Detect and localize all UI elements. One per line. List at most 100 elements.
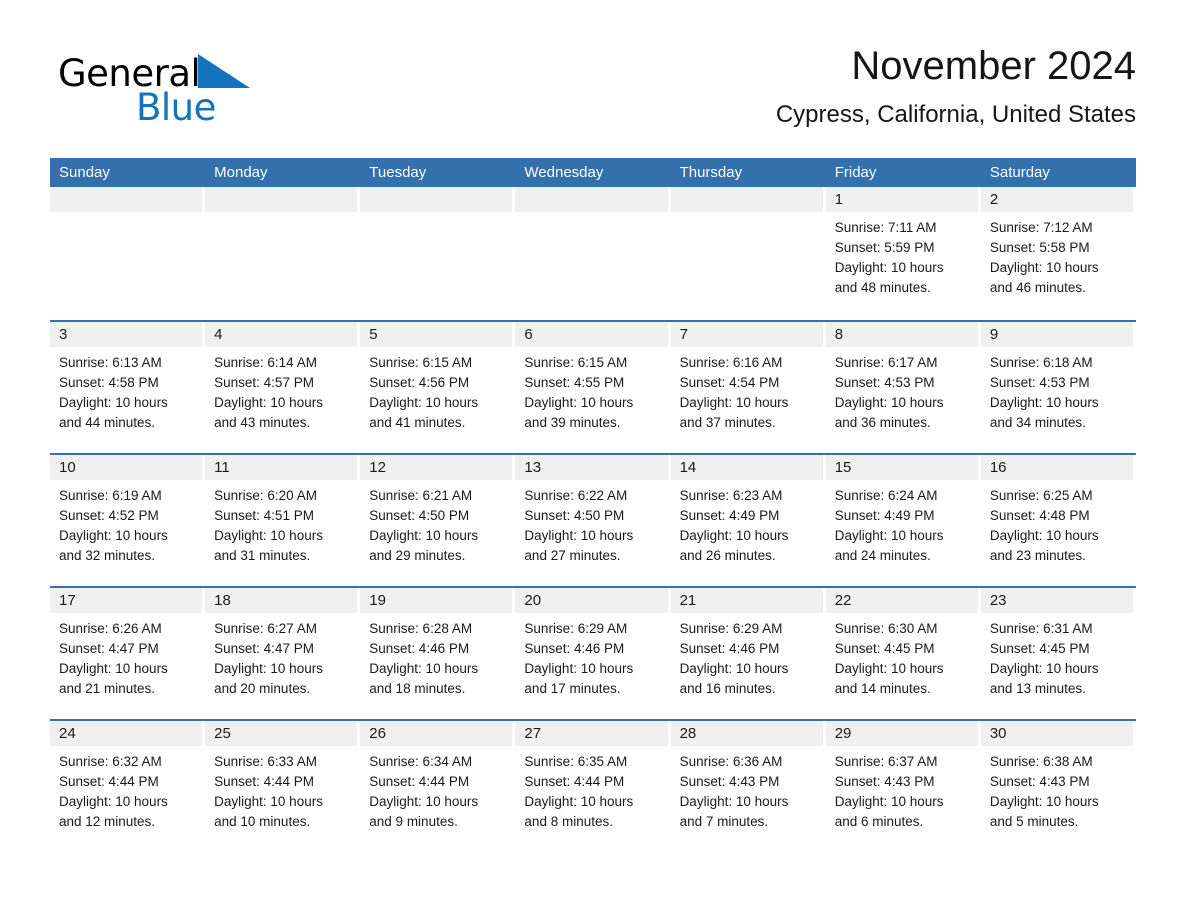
day-detail-line: Daylight: 10 hours (524, 395, 634, 410)
calendar-day-cell[interactable]: 7 Sunrise: 6:16 AM Sunset: 4:54 PM Daylight… (670, 322, 826, 453)
day-detail-line: and 36 minutes. (834, 415, 931, 430)
day-detail-line: Sunrise: 6:32 AM (59, 754, 162, 769)
day-number: 25 (214, 725, 231, 742)
calendar-day-cell[interactable]: 12 Sunrise: 6:21 AM Sunset: 4:50 PM Dayligh… (360, 455, 515, 586)
day-detail-line: Sunset: 4:46 PM (369, 641, 470, 656)
calendar-day-cell[interactable]: 24 Sunrise: 6:32 AM Sunset: 4:44 PM Dayligh… (50, 721, 205, 852)
calendar-day-cell[interactable]: 19 Sunrise: 6:28 AM Sunset: 4:46 PM Dayligh… (360, 588, 515, 719)
day-detail-line: Sunset: 4:54 PM (679, 375, 780, 390)
calendar-day-cell[interactable]: 28 Sunrise: 6:36 AM Sunset: 4:43 PM Dayligh… (670, 721, 826, 852)
day-details: Sunrise: 6:20 AM Sunset: 4:51 PM Daylight:… (205, 480, 357, 566)
calendar-day-cell[interactable]: 4 Sunrise: 6:14 AM Sunset: 4:57 PM Daylight… (205, 322, 360, 453)
day-details: Sunrise: 6:17 AM Sunset: 4:53 PM Daylight:… (826, 347, 978, 433)
weekday-header-monday: Monday (214, 164, 268, 181)
day-number-band: 9 (980, 322, 1133, 347)
day-detail-line: Sunset: 4:46 PM (679, 641, 780, 656)
calendar-day-cell[interactable]: 8 Sunrise: 6:17 AM Sunset: 4:53 PM Daylight… (825, 322, 981, 453)
calendar-day-cell[interactable]: 30 Sunrise: 6:38 AM Sunset: 4:43 PM Dayligh… (980, 721, 1136, 852)
day-detail-line: and 6 minutes. (834, 814, 924, 829)
calendar-day-cell[interactable]: 10 Sunrise: 6:19 AM Sunset: 4:52 PM Dayligh… (50, 455, 205, 586)
calendar-day-cell[interactable]: 9 Sunrise: 6:18 AM Sunset: 4:53 PM Daylight… (980, 322, 1136, 453)
brand-logo[interactable]: General Blue (58, 52, 318, 138)
day-number-band: 24 (50, 721, 203, 746)
day-number: 5 (369, 326, 378, 343)
calendar-day-cell[interactable]: 23 Sunrise: 6:31 AM Sunset: 4:45 PM Dayligh… (980, 588, 1136, 719)
day-detail-line: Sunrise: 6:21 AM (369, 488, 473, 503)
day-detail-line: Sunrise: 6:20 AM (214, 488, 317, 503)
calendar-day-cell[interactable]: 1 Sunrise: 7:11 AM Sunset: 5:59 PM Daylight… (825, 187, 981, 320)
calendar-day-cell[interactable]: 25 Sunrise: 6:33 AM Sunset: 4:44 PM Dayligh… (205, 721, 360, 852)
day-detail-line: Sunrise: 6:27 AM (214, 621, 317, 636)
calendar-day-cell[interactable]: 16 Sunrise: 6:25 AM Sunset: 4:48 PM Dayligh… (980, 455, 1136, 586)
day-number-band: 16 (980, 455, 1133, 480)
day-number-band (50, 187, 203, 212)
calendar-day-cell[interactable]: 17 Sunrise: 6:26 AM Sunset: 4:47 PM Dayligh… (50, 588, 205, 719)
day-number-band: 5 (360, 322, 513, 347)
calendar-day-cell[interactable]: 20 Sunrise: 6:29 AM Sunset: 4:46 PM Dayligh… (515, 588, 670, 719)
calendar-day-cell-empty (515, 187, 670, 320)
day-details: Sunrise: 6:15 AM Sunset: 4:55 PM Daylight:… (515, 347, 667, 433)
weekday-header-saturday: Saturday (989, 164, 1050, 181)
calendar-day-cell[interactable]: 3 Sunrise: 6:13 AM Sunset: 4:58 PM Daylight… (50, 322, 205, 453)
day-number-band (670, 187, 823, 212)
day-detail-line: Sunrise: 6:22 AM (524, 488, 628, 503)
day-detail-line: Daylight: 10 hours (214, 661, 323, 676)
calendar-day-cell[interactable]: 27 Sunrise: 6:35 AM Sunset: 4:44 PM Dayligh… (515, 721, 670, 852)
calendar-day-cell[interactable]: 11 Sunrise: 6:20 AM Sunset: 4:51 PM Dayligh… (205, 455, 360, 586)
day-detail-line: Sunrise: 6:38 AM (989, 754, 1093, 769)
day-detail-line: Sunset: 4:49 PM (679, 508, 780, 523)
day-detail-line: Sunset: 4:57 PM (214, 375, 314, 390)
day-number-band: 25 (205, 721, 358, 746)
day-detail-line: Sunset: 4:55 PM (524, 375, 625, 390)
calendar-day-cell-empty (50, 187, 205, 320)
day-detail-line: Daylight: 10 hours (679, 528, 789, 543)
weekday-header-tuesday: Tuesday (369, 164, 427, 181)
calendar-day-cell[interactable]: 29 Sunrise: 6:37 AM Sunset: 4:43 PM Dayligh… (825, 721, 981, 852)
calendar-day-cell[interactable]: 18 Sunrise: 6:27 AM Sunset: 4:47 PM Dayligh… (205, 588, 360, 719)
day-details: Sunrise: 6:21 AM Sunset: 4:50 PM Daylight:… (360, 480, 512, 566)
calendar-week-row: 17 Sunrise: 6:26 AM Sunset: 4:47 PM Dayligh… (50, 586, 1136, 719)
day-details: Sunrise: 6:30 AM Sunset: 4:45 PM Daylight:… (826, 613, 978, 699)
day-detail-line: Sunset: 4:44 PM (214, 774, 314, 789)
calendar-week-row: 3 Sunrise: 6:13 AM Sunset: 4:58 PM Daylight… (50, 320, 1136, 453)
day-detail-line: and 21 minutes. (59, 681, 156, 696)
day-detail-line: Sunset: 4:43 PM (679, 774, 780, 789)
calendar-week-row: 1 Sunrise: 7:11 AM Sunset: 5:59 PM Daylight… (50, 187, 1136, 320)
day-number-band: 2 (980, 187, 1133, 212)
day-number-band: 10 (50, 455, 203, 480)
day-details: Sunrise: 6:29 AM Sunset: 4:46 PM Daylight:… (515, 613, 667, 699)
calendar-day-cell[interactable]: 22 Sunrise: 6:30 AM Sunset: 4:45 PM Dayligh… (825, 588, 981, 719)
weekday-header-sunday: Sunday (59, 164, 110, 181)
day-detail-line: Sunset: 5:58 PM (989, 240, 1090, 255)
day-details: Sunrise: 6:35 AM Sunset: 4:44 PM Daylight:… (515, 746, 667, 832)
day-detail-line: Daylight: 10 hours (834, 260, 944, 275)
day-details: Sunrise: 6:37 AM Sunset: 4:43 PM Daylight:… (826, 746, 978, 832)
day-detail-line: Daylight: 10 hours (524, 661, 634, 676)
day-number: 28 (679, 725, 697, 742)
day-detail-line: Sunset: 4:58 PM (59, 375, 159, 390)
day-detail-line: Daylight: 10 hours (679, 661, 789, 676)
day-number: 10 (59, 459, 76, 476)
day-detail-line: Sunset: 4:44 PM (369, 774, 470, 789)
day-detail-line: and 48 minutes. (834, 280, 931, 295)
day-detail-line: Sunset: 4:52 PM (59, 508, 159, 523)
day-details: Sunrise: 7:12 AM Sunset: 5:58 PM Daylight:… (981, 212, 1133, 298)
calendar-day-cell[interactable]: 26 Sunrise: 6:34 AM Sunset: 4:44 PM Dayligh… (360, 721, 515, 852)
day-number: 27 (524, 725, 542, 742)
calendar-day-cell-empty (670, 187, 826, 320)
calendar-day-cell[interactable]: 15 Sunrise: 6:24 AM Sunset: 4:49 PM Dayligh… (825, 455, 981, 586)
calendar-day-cell[interactable]: 21 Sunrise: 6:29 AM Sunset: 4:46 PM Dayligh… (670, 588, 826, 719)
day-details: Sunrise: 6:14 AM Sunset: 4:57 PM Daylight:… (205, 347, 357, 433)
calendar-day-cell[interactable]: 2 Sunrise: 7:12 AM Sunset: 5:58 PM Daylight… (980, 187, 1136, 320)
day-detail-line: and 43 minutes. (214, 415, 311, 430)
calendar-day-cell[interactable]: 13 Sunrise: 6:22 AM Sunset: 4:50 PM Dayligh… (515, 455, 670, 586)
day-detail-line: Daylight: 10 hours (59, 528, 168, 543)
day-detail-line: Sunrise: 6:24 AM (834, 488, 938, 503)
calendar-day-cell[interactable]: 6 Sunrise: 6:15 AM Sunset: 4:55 PM Daylight… (515, 322, 670, 453)
day-details: Sunrise: 6:27 AM Sunset: 4:47 PM Daylight:… (205, 613, 357, 699)
day-detail-line: Sunrise: 6:15 AM (524, 355, 628, 370)
calendar-day-cell[interactable]: 5 Sunrise: 6:15 AM Sunset: 4:56 PM Daylight… (360, 322, 515, 453)
calendar-day-cell[interactable]: 14 Sunrise: 6:23 AM Sunset: 4:49 PM Dayligh… (670, 455, 826, 586)
day-detail-line: Sunset: 4:49 PM (834, 508, 935, 523)
day-detail-line: Sunrise: 7:12 AM (989, 220, 1093, 235)
